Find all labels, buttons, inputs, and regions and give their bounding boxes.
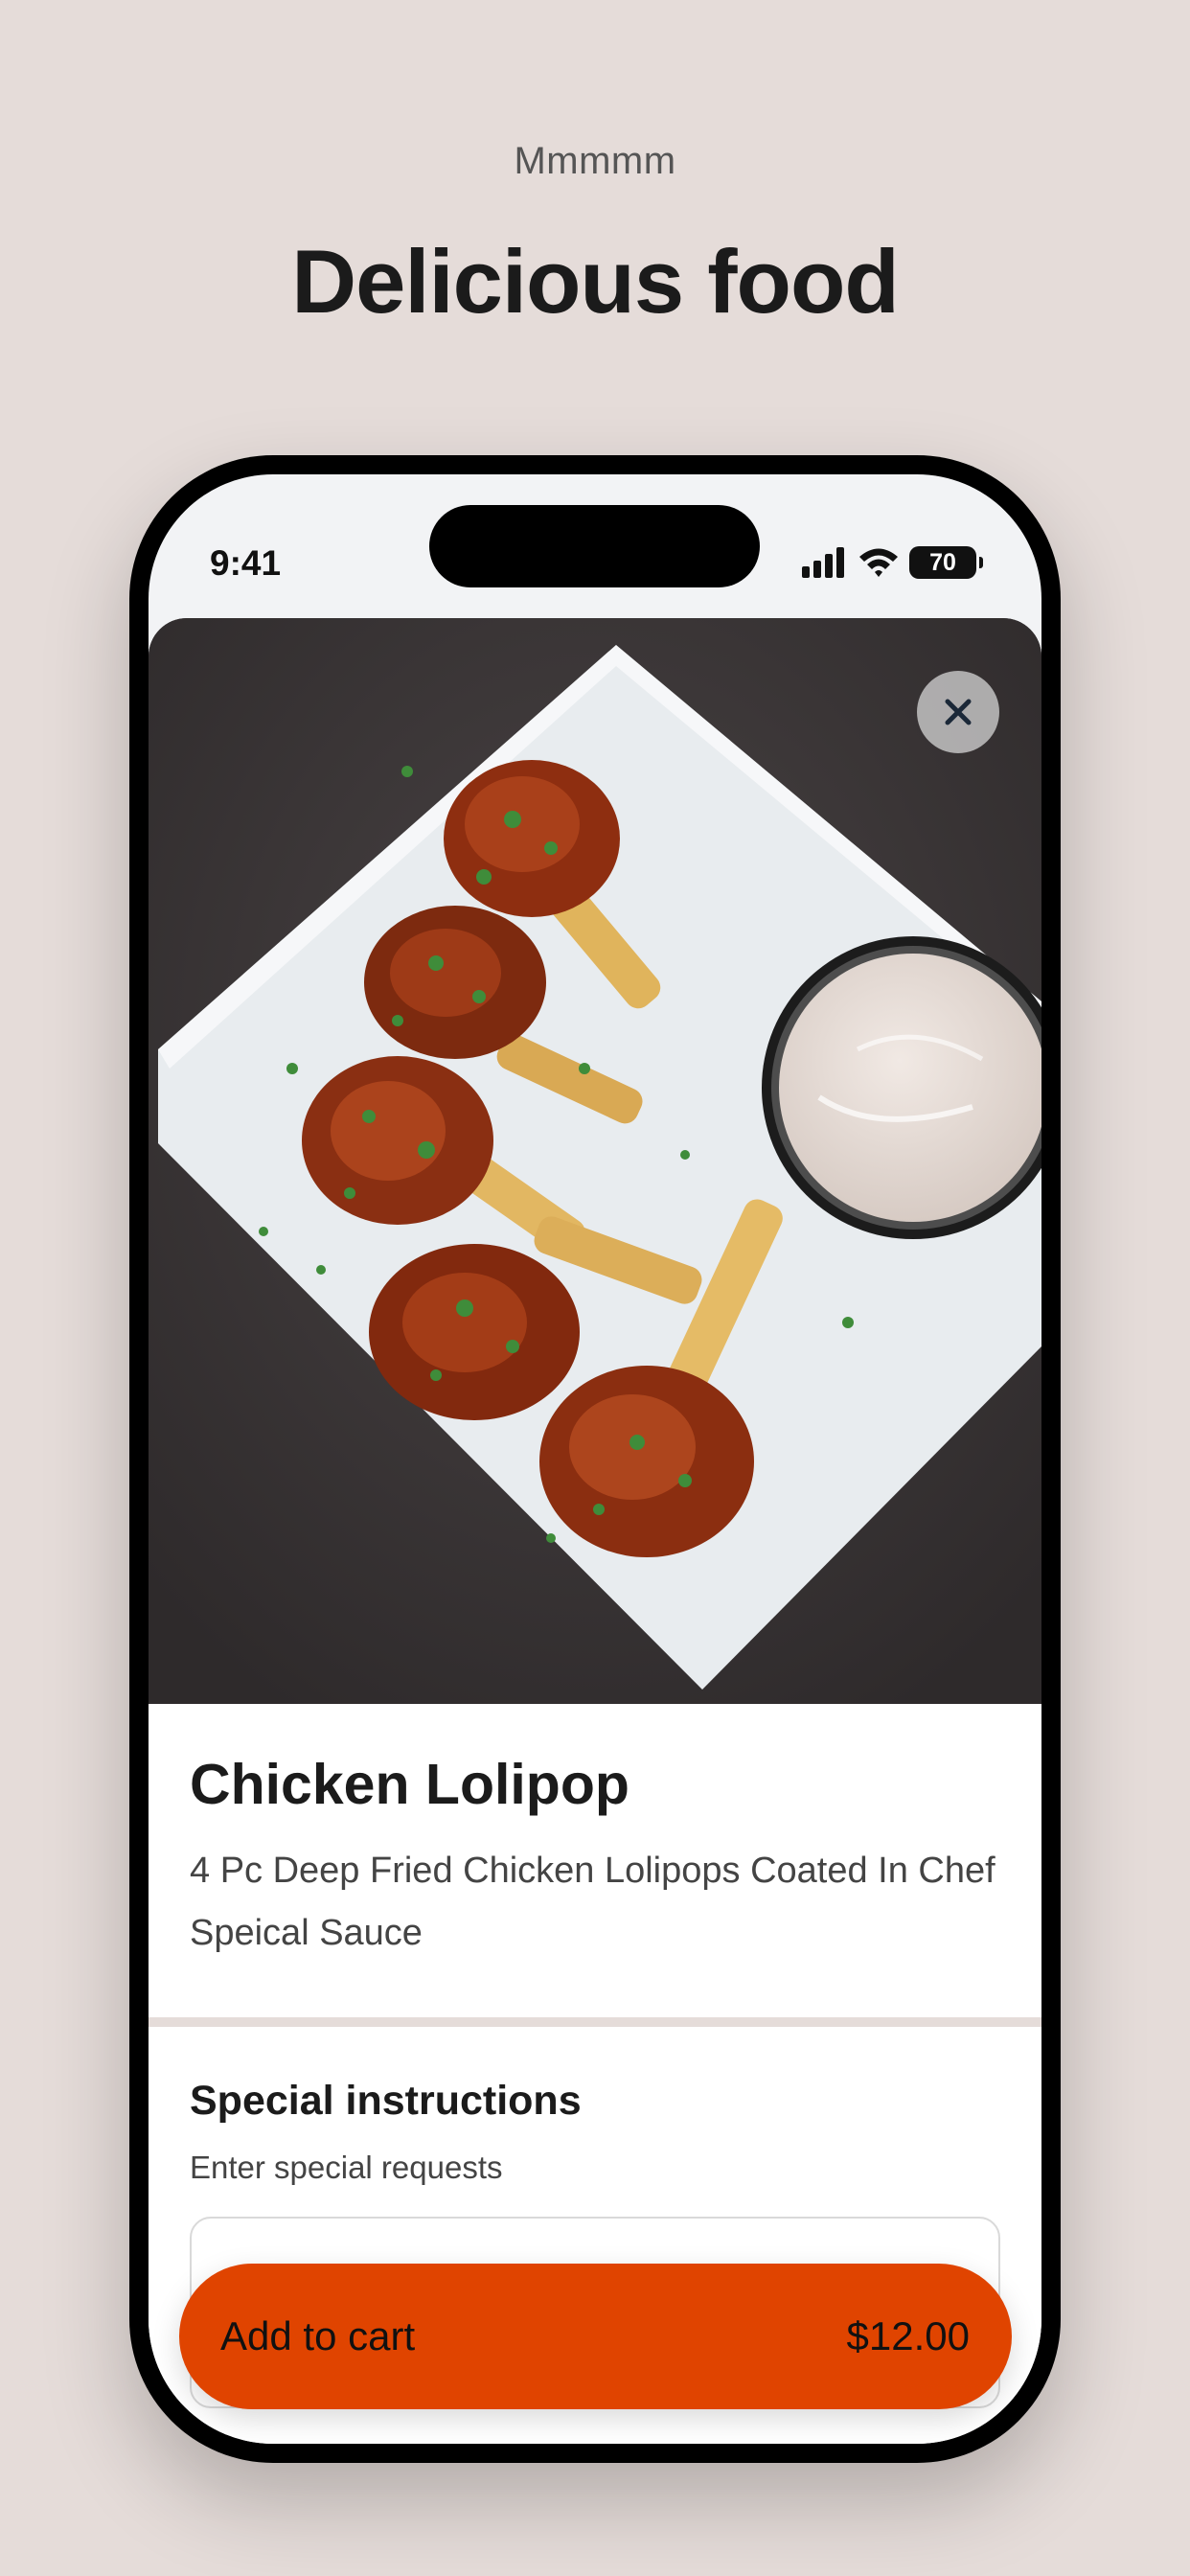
close-icon <box>945 699 972 725</box>
phone-frame: 9:41 70 Chicken Lolipop 4 Pc Deep Fried … <box>129 455 1061 2463</box>
item-detail-sheet: Chicken Lolipop 4 Pc Deep Fried Chicken … <box>149 618 1041 2444</box>
add-to-cart-label: Add to cart <box>220 2313 416 2358</box>
item-description: 4 Pc Deep Fried Chicken Lolipops Coated … <box>190 1851 995 1953</box>
special-instructions-subtitle: Enter special requests <box>190 2150 503 2185</box>
battery-icon: 70 <box>909 546 983 579</box>
status-time: 9:41 <box>210 543 282 583</box>
special-instructions-title: Special instructions <box>190 2078 582 2124</box>
status-icons: 70 <box>802 543 983 582</box>
item-title: Chicken Lolipop <box>190 1753 629 1816</box>
dynamic-island <box>429 505 760 587</box>
cart-price: $12.00 <box>846 2313 970 2358</box>
phone-screen: 9:41 70 Chicken Lolipop 4 Pc Deep Fried … <box>149 474 1041 2444</box>
eyebrow-text: Mmmmm <box>514 140 676 182</box>
close-button[interactable] <box>917 671 999 753</box>
section-divider <box>149 2017 1041 2027</box>
food-image <box>149 618 1041 1704</box>
food-illustration <box>149 618 1041 1704</box>
wifi-icon <box>859 548 898 577</box>
headline: Delicious food <box>291 231 900 332</box>
add-to-cart-button[interactable]: Add to cart $12.00 <box>179 2264 1012 2409</box>
signal-icon <box>802 547 844 578</box>
